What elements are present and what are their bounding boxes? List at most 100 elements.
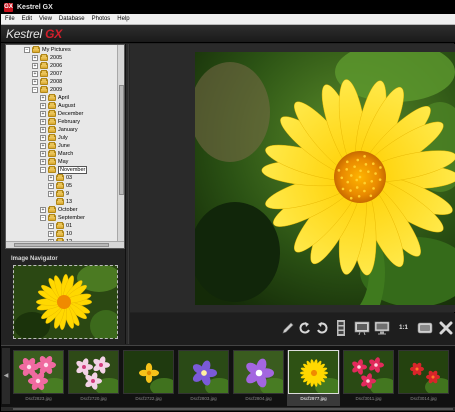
tree-item-label: 2006 <box>50 62 63 69</box>
tree-vertical-scroll-thumb[interactable] <box>119 85 124 195</box>
thumbnail-image <box>178 350 229 394</box>
tree-item-label: March <box>58 150 74 157</box>
folder-tree[interactable]: − My Pictures +2005 +2006 +2007 +2008 − 2009 + Ap… <box>5 44 125 249</box>
navigator-preview-image <box>14 266 117 338</box>
folder-icon <box>48 125 56 133</box>
menu-edit[interactable]: Edit <box>22 16 32 22</box>
thumbnail-filename: Dscf3014.jpg <box>410 396 437 401</box>
tree-item-label: April <box>58 94 70 101</box>
tree-horizontal-scroll-thumb[interactable] <box>14 243 109 247</box>
menu-help[interactable]: Help <box>117 16 129 22</box>
tree-item-label: September <box>58 214 85 221</box>
folder-icon <box>48 101 56 109</box>
filmstrip-scroll-left-arrow[interactable]: ◀ <box>2 348 10 404</box>
navigator-title: Image Navigator <box>11 256 58 262</box>
panel-splitter[interactable] <box>125 44 129 344</box>
filmstrip-thumbnail[interactable]: Dscf2823.jpg <box>12 350 65 406</box>
filmstrip-thumbnail[interactable]: Dscf2804.jpg <box>232 350 285 406</box>
thumbnail-image <box>233 350 284 394</box>
tree-item-label: 2008 <box>50 78 63 85</box>
menu-view[interactable]: View <box>39 16 52 22</box>
tree-item-label: July <box>58 134 68 141</box>
tree-expander-icon[interactable]: + <box>40 118 46 125</box>
tree-item-label: 2005 <box>50 54 63 61</box>
thumbnail-filename: Dscf2803.jpg <box>190 396 217 401</box>
app-logo: Kestrel GX <box>6 27 62 41</box>
tree-horizontal-scrollbar[interactable] <box>6 241 124 248</box>
thumbnail-image <box>123 350 174 394</box>
folder-icon <box>40 69 48 77</box>
tree-expander-icon[interactable]: + <box>40 142 46 149</box>
pencil-icon[interactable] <box>279 319 296 336</box>
filmstrip-thumbnail[interactable]: Dscf3011.jpg <box>342 350 395 406</box>
image-toolbar: 1:1 <box>130 313 455 345</box>
tree-expander-icon[interactable]: + <box>48 174 54 181</box>
tree-expander-icon[interactable]: + <box>32 54 38 61</box>
actual-size-label: 1:1 <box>399 324 408 331</box>
tree-expander-icon[interactable]: + <box>40 102 46 109</box>
tree-item-label: 9 <box>66 190 70 197</box>
folder-icon <box>56 173 64 181</box>
tree-item-label: 05 <box>66 182 73 189</box>
tree-item-label: 2007 <box>50 70 63 77</box>
tree-expander-icon[interactable]: + <box>32 78 38 85</box>
actual-size-button[interactable]: 1:1 <box>395 319 412 336</box>
filmstrip: ◀ Dscf2823.jpg Dscf2720.jpg Dscf2722.jpg Ds… <box>1 345 455 411</box>
filmstrip-thumbnail[interactable]: Dscf2722.jpg <box>122 350 175 406</box>
fullscreen-icon[interactable] <box>416 319 433 336</box>
tree-expander-icon[interactable]: + <box>40 150 46 157</box>
tree-expander-icon[interactable]: + <box>48 190 54 197</box>
filmstrip-thumbnail[interactable]: Dscf2977.jpg <box>287 350 340 406</box>
logo-name: Kestrel <box>6 27 42 41</box>
app-icon: GX <box>4 3 13 12</box>
tree-expander-icon[interactable]: − <box>40 214 46 221</box>
filmstrip-thumbnail[interactable]: Dscf2720.jpg <box>67 350 120 406</box>
tree-expander-icon[interactable]: + <box>40 206 46 213</box>
tree-expander-icon[interactable]: + <box>48 222 54 229</box>
tree-item-label: August <box>58 102 76 109</box>
tree-expander-icon[interactable]: + <box>32 62 38 69</box>
tree-item-label: 2009 <box>50 86 63 93</box>
tree-expander-icon[interactable]: + <box>40 158 46 165</box>
monitor-icon[interactable] <box>373 319 390 336</box>
tree-expander-icon[interactable]: − <box>40 166 46 173</box>
menu-file[interactable]: File <box>5 16 15 22</box>
tree-vertical-scrollbar[interactable] <box>117 45 124 242</box>
tree-expander-icon[interactable]: + <box>32 70 38 77</box>
filmstrip-thumbnail[interactable]: Dscf3014.jpg <box>397 350 450 406</box>
window-title: Kestrel GX <box>17 4 53 11</box>
tree-expander-icon[interactable]: + <box>40 126 46 133</box>
tree-item-label: 13 <box>66 198 73 205</box>
thumbnail-image <box>398 350 449 394</box>
tree-expander-icon[interactable]: + <box>40 134 46 141</box>
menu-database[interactable]: Database <box>59 16 85 22</box>
folder-icon <box>48 117 56 125</box>
menu-photos[interactable]: Photos <box>92 16 111 22</box>
filmstrip-scroll-thumb[interactable] <box>13 408 453 410</box>
filmstrip-thumbnail[interactable]: Dscf2803.jpg <box>177 350 230 406</box>
delete-icon[interactable] <box>437 319 454 336</box>
tree-item-label: January <box>58 126 78 133</box>
tree-expander-icon[interactable]: − <box>32 86 38 93</box>
tree-expander-icon[interactable]: + <box>48 182 54 189</box>
slideshow-icon[interactable] <box>353 319 370 336</box>
folder-icon <box>56 181 64 189</box>
main-photo-image <box>195 52 455 305</box>
rotate-right-icon[interactable] <box>313 319 330 336</box>
filmstrip-icon[interactable] <box>332 319 349 336</box>
thumbnail-image <box>288 350 339 394</box>
thumbnail-image <box>13 350 64 394</box>
tree-item-label: 10 <box>66 230 73 237</box>
tree-expander-icon[interactable]: − <box>24 46 30 53</box>
tree-expander-icon[interactable]: + <box>40 110 46 117</box>
tree-item-label: February <box>58 118 81 125</box>
filmstrip-scrollbar[interactable] <box>1 407 455 411</box>
image-viewer[interactable] <box>130 44 455 312</box>
tree-item-label: October <box>58 206 78 213</box>
thumbnail-filename: Dscf2977.jpg <box>300 396 327 401</box>
image-navigator[interactable] <box>13 265 118 339</box>
tree-expander-icon[interactable]: + <box>40 94 46 101</box>
rotate-left-icon[interactable] <box>296 319 313 336</box>
tree-expander-icon[interactable]: + <box>48 230 54 237</box>
thumbnail-filename: Dscf2804.jpg <box>245 396 272 401</box>
